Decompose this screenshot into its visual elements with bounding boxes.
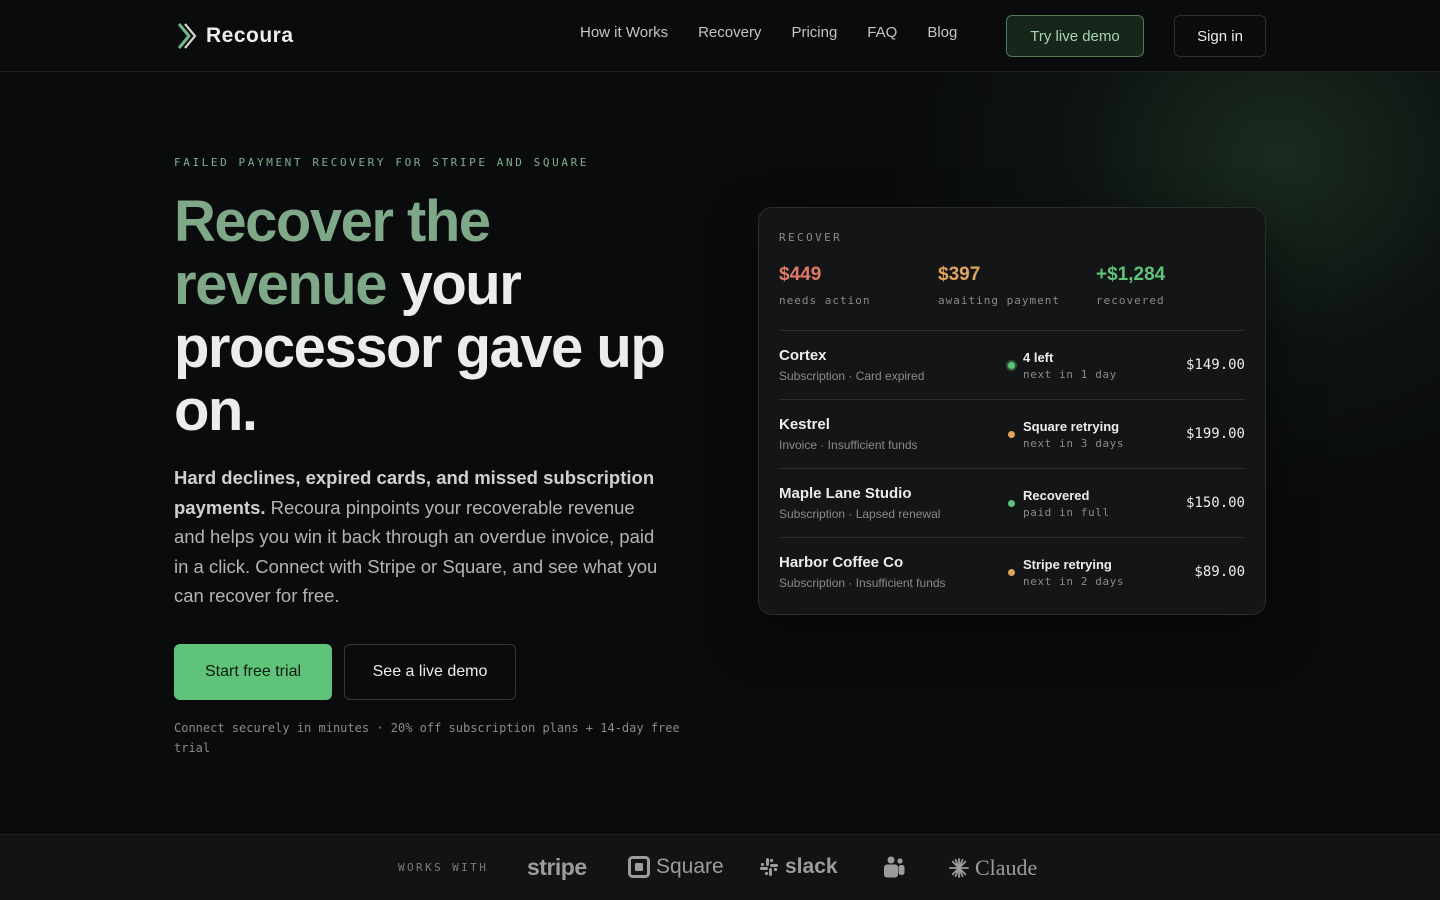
- square-logo-icon: [628, 856, 650, 878]
- brand-name: Recoura: [206, 24, 294, 47]
- next-attempt: next in 2 days: [1023, 575, 1125, 588]
- customer-name: Cortex: [779, 347, 827, 364]
- top-nav: Recoura How it Works Recovery Pricing FA…: [0, 0, 1440, 72]
- nav-link-blog[interactable]: Blog: [927, 24, 957, 41]
- nav-link-how-it-works[interactable]: How it Works: [580, 24, 668, 41]
- slack-logo-icon: [760, 858, 778, 876]
- recover-card: RECOVER $449 needs action $397 awaiting …: [758, 207, 1266, 615]
- nav-link-pricing[interactable]: Pricing: [791, 24, 837, 41]
- stat-recovered: +$1,284 recovered: [1096, 264, 1165, 307]
- amount: $149.00: [1185, 357, 1245, 373]
- hero-subtitle: Hard declines, expired cards, and missed…: [174, 463, 664, 611]
- status-dot-icon: [1008, 431, 1015, 438]
- see-live-demo-button[interactable]: See a live demo: [344, 644, 516, 700]
- payment-meta: Subscription · Insufficient funds: [779, 576, 946, 590]
- stat-value: +$1,284: [1096, 264, 1166, 285]
- stat-value: $449: [779, 264, 822, 285]
- square-logo: Square: [628, 855, 724, 879]
- claude-logo: Claude: [949, 855, 1037, 881]
- stat-label: recovered: [1096, 294, 1165, 307]
- next-attempt: paid in full: [1023, 506, 1110, 519]
- hero-headline: Recover the revenue your processor gave …: [174, 190, 714, 442]
- payment-meta: Subscription · Lapsed renewal: [779, 507, 941, 521]
- card-label: RECOVER: [779, 231, 843, 244]
- stripe-logo: stripe: [527, 854, 587, 881]
- partner-name: slack: [785, 855, 838, 878]
- stat-label: awaiting payment: [938, 294, 1060, 307]
- status-text: Stripe retrying: [1023, 557, 1112, 572]
- sign-in-button[interactable]: Sign in: [1174, 15, 1266, 57]
- start-free-trial-button[interactable]: Start free trial: [174, 644, 332, 700]
- works-with-strip: WORKS WITH stripe Square slack Claude: [0, 834, 1440, 900]
- nav-links: How it Works Recovery Pricing FAQ Blog: [580, 24, 957, 41]
- next-attempt: next in 1 day: [1023, 368, 1117, 381]
- partner-name: stripe: [527, 854, 587, 880]
- status-text: Square retrying: [1023, 419, 1120, 434]
- next-attempt: next in 3 days: [1023, 437, 1125, 450]
- amount: $89.00: [1194, 564, 1245, 580]
- partner-name: Square: [656, 855, 724, 878]
- stat-label: needs action: [779, 294, 871, 307]
- amount: $150.00: [1185, 495, 1245, 511]
- try-live-demo-button[interactable]: Try live demo: [1006, 15, 1144, 57]
- list-item[interactable]: Harbor Coffee Co Subscription · Insuffic…: [779, 537, 1245, 606]
- claude-starburst-icon: [949, 858, 969, 878]
- status-text: Recovered: [1023, 488, 1090, 503]
- customer-name: Harbor Coffee Co: [779, 554, 904, 571]
- status-text: 4 left: [1023, 350, 1054, 365]
- payment-meta: Invoice · Insufficient funds: [779, 438, 918, 452]
- stat-needs-action: $449 needs action: [779, 264, 870, 307]
- slack-logo: slack: [759, 855, 838, 879]
- status-dot-icon: [1008, 569, 1015, 576]
- customer-name: Kestrel: [779, 416, 830, 433]
- recovery-list: Cortex Subscription · Card expired 4 lef…: [779, 330, 1245, 606]
- status-dot-icon: [1008, 362, 1015, 369]
- list-item[interactable]: Kestrel Invoice · Insufficient funds Squ…: [779, 399, 1245, 468]
- hero-eyebrow: FAILED PAYMENT RECOVERY FOR STRIPE AND S…: [174, 156, 590, 169]
- chevron-logo-icon: [177, 23, 197, 49]
- teams-logo-icon: [884, 856, 905, 878]
- hero-fineprint: Connect securely in minutes · 20% off su…: [174, 721, 680, 755]
- stat-awaiting-payment: $397 awaiting payment: [938, 264, 1060, 307]
- customer-name: Maple Lane Studio: [779, 485, 912, 502]
- payment-meta: Subscription · Card expired: [779, 369, 925, 383]
- nav-link-faq[interactable]: FAQ: [867, 24, 897, 41]
- list-item[interactable]: Maple Lane Studio Subscription · Lapsed …: [779, 468, 1245, 537]
- stat-value: $397: [938, 264, 981, 285]
- teams-logo: [882, 855, 906, 879]
- nav-link-recovery[interactable]: Recovery: [698, 24, 761, 41]
- status-dot-icon: [1008, 500, 1015, 507]
- list-item[interactable]: Cortex Subscription · Card expired 4 lef…: [779, 330, 1245, 399]
- partner-name: Claude: [975, 855, 1038, 880]
- amount: $199.00: [1185, 426, 1245, 442]
- brand-logo[interactable]: Recoura: [176, 20, 294, 52]
- works-with-label: WORKS WITH: [398, 861, 489, 874]
